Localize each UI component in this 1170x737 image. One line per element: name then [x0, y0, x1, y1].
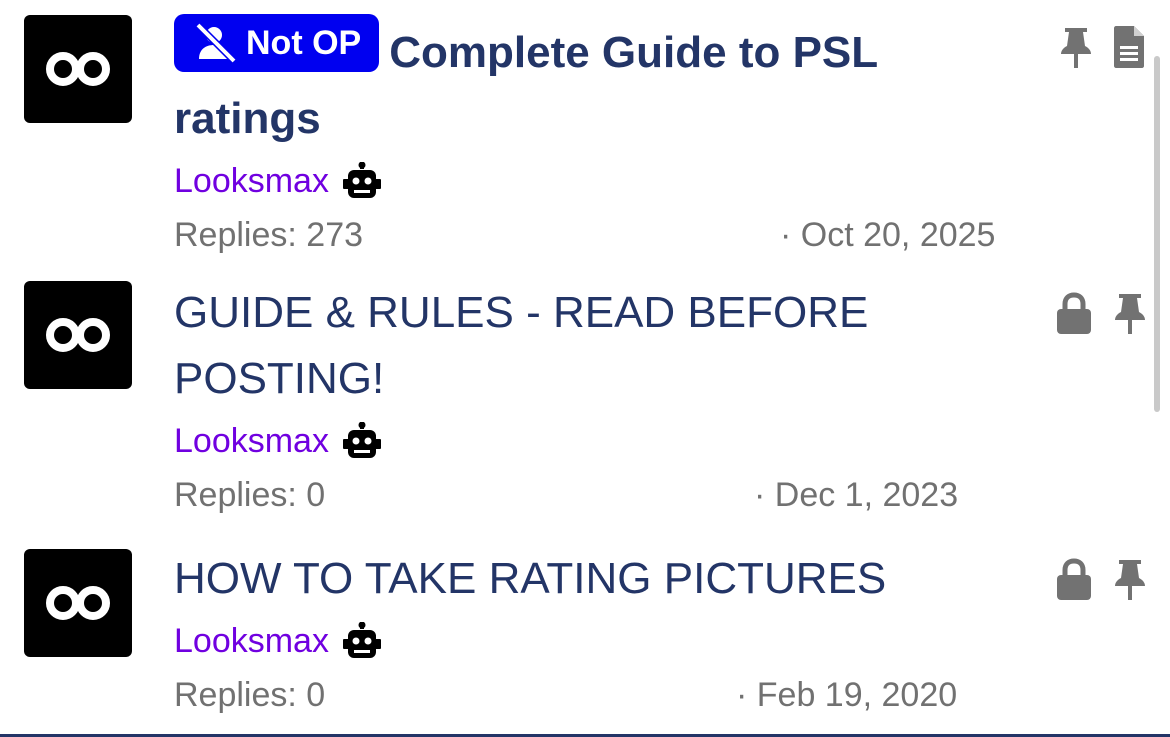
robot-icon: [342, 422, 381, 458]
thread-date[interactable]: · Oct 20, 2025: [780, 216, 995, 255]
thread-title-block: HOW TO TAKE RATING PICTURES: [174, 546, 994, 612]
thread-title[interactable]: HOW TO TAKE RATING PICTURES: [174, 554, 886, 603]
scrollbar[interactable]: [1154, 56, 1160, 412]
status-icons: [1060, 26, 1146, 68]
thread-main: HOW TO TAKE RATING PICTURES Looksmax Rep…: [174, 546, 1150, 722]
thread-title-block: Not OP Complete Guide to PSL ratings: [174, 14, 994, 152]
thread-title-block: GUIDE & RULES - READ BEFORE POSTING!: [174, 280, 994, 412]
replies-count: Replies: 0: [174, 476, 326, 514]
thread-item[interactable]: HOW TO TAKE RATING PICTURES Looksmax Rep…: [0, 532, 1150, 732]
robot-icon: [342, 162, 381, 198]
infinity-logo-icon: [46, 586, 110, 620]
pin-icon: [1115, 560, 1145, 600]
replies-count: Replies: 0: [174, 676, 326, 714]
thread-item[interactable]: GUIDE & RULES - READ BEFORE POSTING! Loo…: [0, 266, 1150, 532]
thread-date[interactable]: · Dec 1, 2023: [754, 476, 958, 515]
thread-title[interactable]: GUIDE & RULES - READ BEFORE POSTING!: [174, 288, 868, 403]
author-link[interactable]: Looksmax: [174, 622, 329, 661]
user-slash-icon: [195, 23, 237, 63]
replies-count: Replies: 273: [174, 216, 364, 254]
thread-main: Not OP Complete Guide to PSL ratings Loo…: [174, 14, 1150, 262]
infinity-logo-icon: [46, 318, 110, 352]
lock-icon: [1057, 558, 1091, 600]
document-icon: [1114, 26, 1144, 68]
robot-icon: [342, 622, 381, 658]
avatar[interactable]: [24, 281, 132, 389]
thread-main: GUIDE & RULES - READ BEFORE POSTING! Loo…: [174, 280, 1150, 522]
thread-item[interactable]: Not OP Complete Guide to PSL ratings Loo…: [0, 0, 1150, 266]
author-link[interactable]: Looksmax: [174, 422, 329, 461]
avatar[interactable]: [24, 549, 132, 657]
avatar[interactable]: [24, 15, 132, 123]
status-icons: [1056, 558, 1146, 600]
infinity-logo-icon: [46, 52, 110, 86]
pin-icon: [1061, 28, 1091, 68]
label-text: Not OP: [246, 24, 362, 62]
thread-date[interactable]: · Feb 19, 2020: [736, 676, 957, 715]
pin-icon: [1115, 294, 1145, 334]
not-op-label[interactable]: Not OP: [174, 14, 380, 72]
lock-icon: [1057, 292, 1091, 334]
status-icons: [1056, 292, 1146, 334]
author-link[interactable]: Looksmax: [174, 162, 329, 201]
